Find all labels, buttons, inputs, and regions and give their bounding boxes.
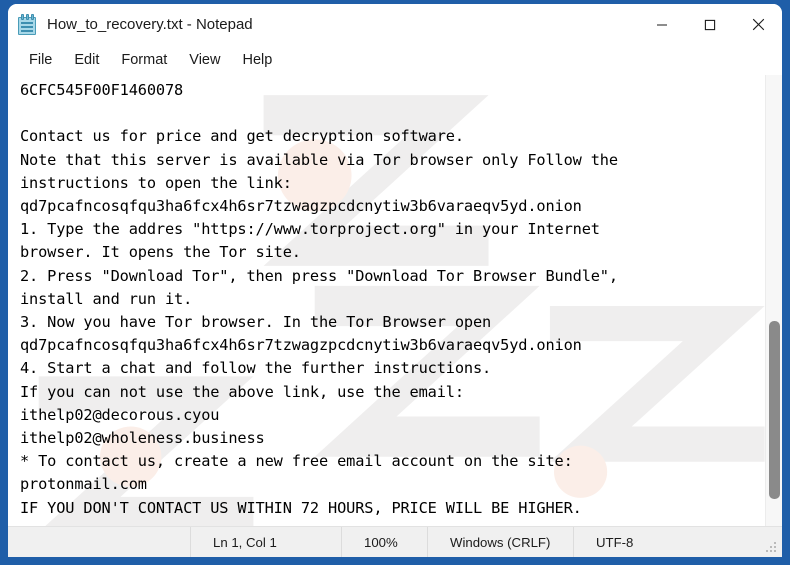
title-bar[interactable]: How_to_recovery.txt - Notepad [8, 4, 782, 45]
status-line-ending[interactable]: Windows (CRLF) [428, 527, 573, 557]
scrollbar-thumb[interactable] [769, 321, 780, 499]
notepad-icon [18, 14, 37, 35]
window-title: How_to_recovery.txt - Notepad [47, 16, 253, 33]
menu-item-edit[interactable]: Edit [63, 49, 110, 71]
close-button[interactable] [734, 4, 782, 45]
resize-grip-icon[interactable] [766, 542, 778, 554]
title-bar-left: How_to_recovery.txt - Notepad [8, 14, 638, 35]
vertical-scrollbar[interactable] [765, 75, 782, 526]
maximize-button[interactable] [686, 4, 734, 45]
minimize-button[interactable] [638, 4, 686, 45]
close-icon [752, 18, 764, 31]
menu-item-format[interactable]: Format [110, 49, 178, 71]
minimize-icon [657, 23, 667, 26]
status-cursor-position[interactable]: Ln 1, Col 1 [191, 527, 341, 557]
menu-item-help[interactable]: Help [231, 49, 283, 71]
notepad-window: How_to_recovery.txt - Notepad File Edit … [8, 4, 782, 557]
status-zoom-level[interactable]: 100% [342, 527, 427, 557]
status-bar: Ln 1, Col 1 100% Windows (CRLF) UTF-8 [8, 526, 782, 557]
maximize-icon [704, 19, 716, 30]
menu-item-view[interactable]: View [178, 49, 231, 71]
editor-area: 6CFC545F00F1460078 Contact us for price … [8, 75, 782, 526]
menu-bar: File Edit Format View Help [8, 45, 782, 75]
window-controls [638, 4, 782, 45]
desktop-background: How_to_recovery.txt - Notepad File Edit … [0, 0, 790, 565]
text-content[interactable]: 6CFC545F00F1460078 Contact us for price … [8, 75, 765, 526]
status-encoding[interactable]: UTF-8 [574, 527, 633, 557]
status-bar-spacer [8, 527, 190, 557]
menu-item-file[interactable]: File [18, 49, 63, 71]
